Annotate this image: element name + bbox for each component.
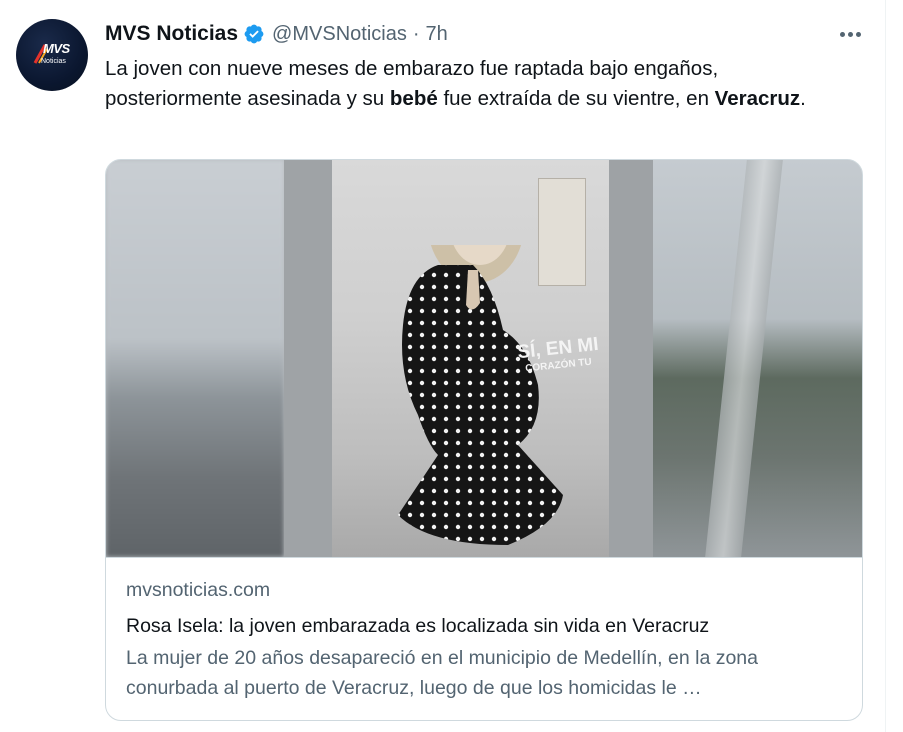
image-side-panel-right [609, 160, 653, 557]
tweet-timestamp[interactable]: 7h [426, 23, 448, 46]
avatar[interactable]: MVS Noticias [16, 19, 88, 91]
link-card[interactable]: SÍ, EN MI CORAZÓN TU mvsnoticias.com Ros… [105, 159, 863, 721]
author-name[interactable]: MVS Noticias [105, 22, 238, 46]
verified-badge-icon [244, 24, 264, 44]
avatar-logo-subtext: Noticias [41, 58, 66, 65]
more-options-icon[interactable] [836, 22, 864, 46]
card-domain: mvsnoticias.com [126, 579, 271, 601]
tweet[interactable]: MVS Noticias MVS Noticias @MVSNoticias ·… [0, 0, 903, 732]
timeline-border [885, 0, 886, 732]
card-title: Rosa Isela: la joven embarazada es local… [126, 615, 710, 637]
tweet-text-part: . [800, 87, 806, 110]
image-woman-figure [398, 245, 563, 545]
author-handle[interactable]: @MVSNoticias [272, 23, 407, 46]
tweet-text-bold-veracruz: Veracruz [714, 87, 801, 110]
card-image[interactable]: SÍ, EN MI CORAZÓN TU [106, 160, 862, 557]
card-body[interactable]: mvsnoticias.com Rosa Isela: la joven emb… [126, 577, 846, 703]
card-divider [106, 557, 862, 558]
avatar-logo-text: MVS [43, 41, 70, 56]
tweet-text-bold-bebe: bebé [389, 87, 438, 110]
more-dot [847, 31, 853, 37]
card-description: La mujer de 20 años desapareció en el mu… [126, 647, 758, 699]
tweet-header: MVS Noticias @MVSNoticias · 7h [105, 19, 448, 49]
more-dot [839, 31, 845, 37]
header-separator: · [412, 22, 420, 45]
image-blurred-background-left [106, 160, 284, 557]
more-dot [855, 31, 861, 37]
image-side-panel-left [284, 160, 332, 557]
tweet-text: La joven con nueve meses de embarazo fue… [105, 54, 845, 114]
tweet-text-part: fue extraída de su vientre, en [437, 87, 715, 110]
